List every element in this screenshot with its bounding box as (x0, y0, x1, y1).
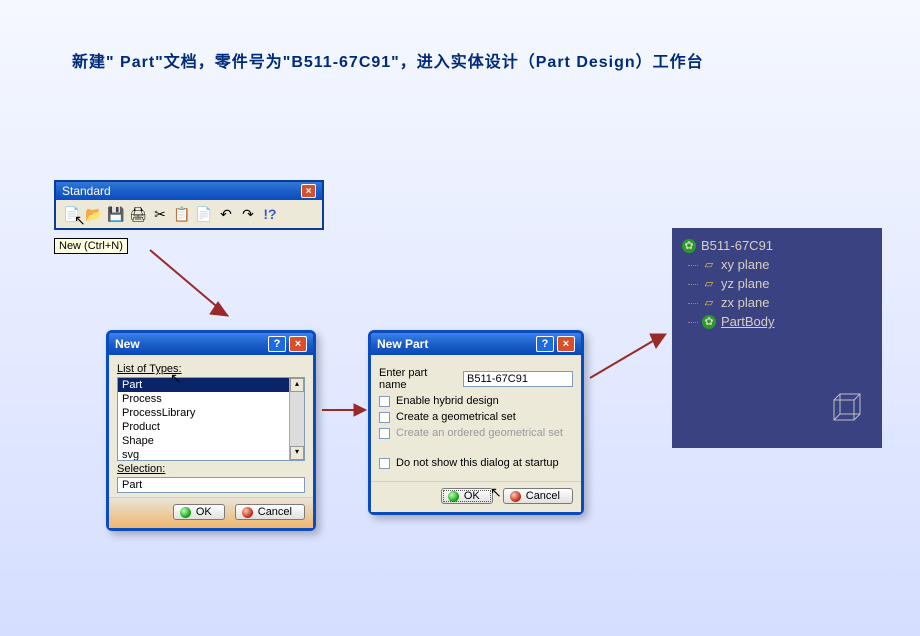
new-part-body: Enter part name Enable hybrid design Cre… (371, 355, 581, 481)
list-item[interactable]: Part (118, 378, 304, 392)
arrow-1 (140, 240, 260, 340)
help-icon[interactable]: ? (268, 336, 286, 352)
ok-button[interactable]: OK (441, 488, 493, 504)
cut-icon[interactable]: ✂ (150, 204, 170, 224)
cancel-icon (242, 507, 253, 518)
selection-label: Selection: (117, 463, 305, 475)
checkbox (379, 428, 390, 439)
new-dialog-body: List of Types: Part Process ProcessLibra… (109, 355, 313, 497)
ok-button[interactable]: OK (173, 504, 225, 520)
cancel-button[interactable]: Cancel (503, 488, 573, 504)
close-icon[interactable]: × (289, 336, 307, 352)
selection-field[interactable]: Part (117, 477, 305, 493)
close-icon[interactable]: × (557, 336, 575, 352)
checkbox[interactable] (379, 396, 390, 407)
new-dialog-buttons: OK Cancel (109, 497, 313, 528)
copy-icon[interactable]: 📋 (172, 204, 192, 224)
axis-icon (824, 390, 870, 436)
tree-plane[interactable]: ▱xy plane (676, 255, 878, 274)
tree-partbody[interactable]: ✿PartBody (676, 312, 878, 331)
print-icon[interactable]: 🖨 (128, 204, 148, 224)
new-part-dialog: New Part ? × Enter part name Enable hybr… (368, 330, 584, 515)
instruction-text: 新建" Part"文档，零件号为"B511-67C91"，进入实体设计（Part… (72, 48, 848, 72)
paste-icon[interactable]: 📄 (194, 204, 214, 224)
gear-icon: ✿ (682, 239, 696, 253)
new-dialog-title: New (115, 337, 140, 351)
tree-plane[interactable]: ▱yz plane (676, 274, 878, 293)
redo-icon[interactable]: ↷ (238, 204, 258, 224)
part-name-label: Enter part name (379, 367, 457, 391)
scrollbar[interactable]: ▴▾ (289, 378, 304, 460)
checkbox[interactable] (379, 412, 390, 423)
list-item[interactable]: Process (118, 392, 304, 406)
new-tooltip: New (Ctrl+N) (54, 238, 128, 254)
help-icon[interactable]: ? (536, 336, 554, 352)
new-dialog-titlebar: New ? × (109, 333, 313, 355)
undo-icon[interactable]: ↶ (216, 204, 236, 224)
standard-titlebar: Standard × (56, 182, 322, 200)
list-item[interactable]: Product (118, 420, 304, 434)
part-name-input[interactable] (463, 371, 573, 387)
close-icon[interactable]: × (301, 184, 316, 198)
new-part-titlebar: New Part ? × (371, 333, 581, 355)
save-icon[interactable]: 💾 (106, 204, 126, 224)
gear-icon: ✿ (702, 315, 716, 329)
arrow-2 (320, 400, 370, 420)
new-dialog: New ? × List of Types: Part Process Proc… (106, 330, 316, 531)
cancel-button[interactable]: Cancel (235, 504, 305, 520)
new-part-title: New Part (377, 337, 428, 351)
new-icon[interactable]: 📄 (62, 204, 82, 224)
cancel-icon (510, 491, 521, 502)
plane-icon: ▱ (702, 296, 716, 310)
list-item[interactable]: svg (118, 448, 304, 461)
specification-tree: ✿ B511-67C91 ▱xy plane ▱yz plane ▱zx pla… (672, 228, 882, 448)
noshow-label: Do not show this dialog at startup (396, 457, 559, 469)
geoset-label: Create a geometrical set (396, 411, 516, 423)
standard-toolbar-window: Standard × 📄 📂 💾 🖨 ✂ 📋 📄 ↶ ↷ !? (54, 180, 324, 230)
ok-icon (448, 491, 459, 502)
plane-icon: ▱ (702, 277, 716, 291)
ok-icon (180, 507, 191, 518)
standard-toolbar: 📄 📂 💾 🖨 ✂ 📋 📄 ↶ ↷ !? (56, 200, 322, 228)
list-item[interactable]: Shape (118, 434, 304, 448)
ordered-label: Create an ordered geometrical set (396, 427, 563, 439)
checkbox[interactable] (379, 458, 390, 469)
help-icon[interactable]: !? (260, 204, 280, 224)
new-part-buttons: OK Cancel (371, 481, 581, 512)
plane-icon: ▱ (702, 258, 716, 272)
list-of-types-label: List of Types: (117, 363, 305, 375)
types-listbox[interactable]: Part Process ProcessLibrary Product Shap… (117, 377, 305, 461)
hybrid-label: Enable hybrid design (396, 395, 499, 407)
list-item[interactable]: ProcessLibrary (118, 406, 304, 420)
tree-plane[interactable]: ▱zx plane (676, 293, 878, 312)
open-icon[interactable]: 📂 (84, 204, 104, 224)
arrow-3 (586, 328, 676, 388)
standard-title: Standard (62, 184, 111, 198)
tree-root[interactable]: ✿ B511-67C91 (676, 236, 878, 255)
